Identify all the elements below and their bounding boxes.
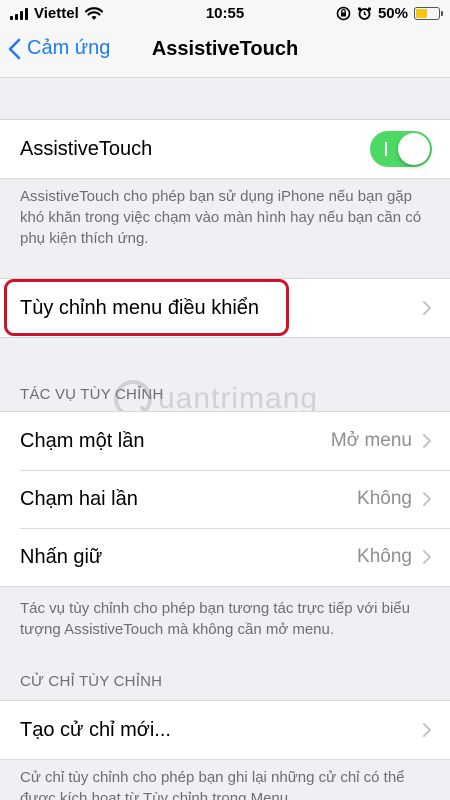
custom-action-label: Chạm một lần — [20, 429, 145, 452]
custom-actions-footer: Tác vụ tùy chỉnh cho phép bạn tương tác … — [20, 600, 410, 638]
assistivetouch-toggle[interactable] — [370, 131, 432, 167]
custom-action-label: Nhấn giữ — [20, 545, 103, 568]
custom-gestures-header: CỬ CHỈ TÙY CHỈNH — [20, 673, 163, 690]
battery-icon — [414, 7, 443, 20]
page-title: AssistiveTouch — [151, 38, 299, 60]
create-gesture-label: Tạo cử chỉ mới... — [20, 718, 171, 741]
create-gesture-row[interactable]: Tạo cử chỉ mới... — [0, 701, 450, 759]
custom-gestures-group: Tạo cử chỉ mới... — [0, 700, 450, 760]
custom-action-row[interactable]: Chạm một lần Mở menu — [0, 412, 450, 470]
custom-action-value: Không — [357, 546, 412, 567]
orientation-lock-icon — [336, 6, 351, 21]
status-right: 50% — [336, 5, 443, 22]
status-bar: Viettel 10:55 50% — [0, 0, 450, 28]
highlight-box — [4, 279, 289, 336]
chevron-right-icon — [423, 492, 431, 506]
assistivetouch-label: AssistiveTouch — [20, 137, 153, 160]
assistivetouch-row: AssistiveTouch — [0, 120, 450, 178]
chevron-right-icon — [423, 550, 431, 564]
custom-action-row[interactable]: Chạm hai lần Không — [0, 470, 450, 528]
alarm-icon — [357, 7, 372, 20]
chevron-right-icon — [423, 301, 431, 315]
custom-actions-group: Chạm một lần Mở menu Chạm hai lần Không … — [0, 411, 450, 587]
navigation-bar: Cảm ứng AssistiveTouch — [0, 28, 450, 78]
assistivetouch-toggle-group: AssistiveTouch — [0, 119, 450, 179]
toggle-knob — [398, 133, 430, 165]
custom-action-label: Chạm hai lần — [20, 487, 138, 510]
custom-gestures-footer: Cử chỉ tùy chỉnh cho phép bạn ghi lại nh… — [20, 769, 405, 800]
custom-action-value: Không — [357, 488, 412, 509]
custom-action-value: Mở menu — [330, 430, 412, 451]
chevron-right-icon — [423, 723, 431, 737]
assistivetouch-description: AssistiveTouch cho phép bạn sử dụng iPho… — [20, 188, 422, 247]
toggle-on-mark — [385, 142, 387, 156]
battery-percent: 50% — [377, 5, 408, 22]
battery-fill — [416, 9, 427, 18]
custom-action-row[interactable]: Nhấn giữ Không — [0, 528, 450, 586]
chevron-right-icon — [423, 434, 431, 448]
